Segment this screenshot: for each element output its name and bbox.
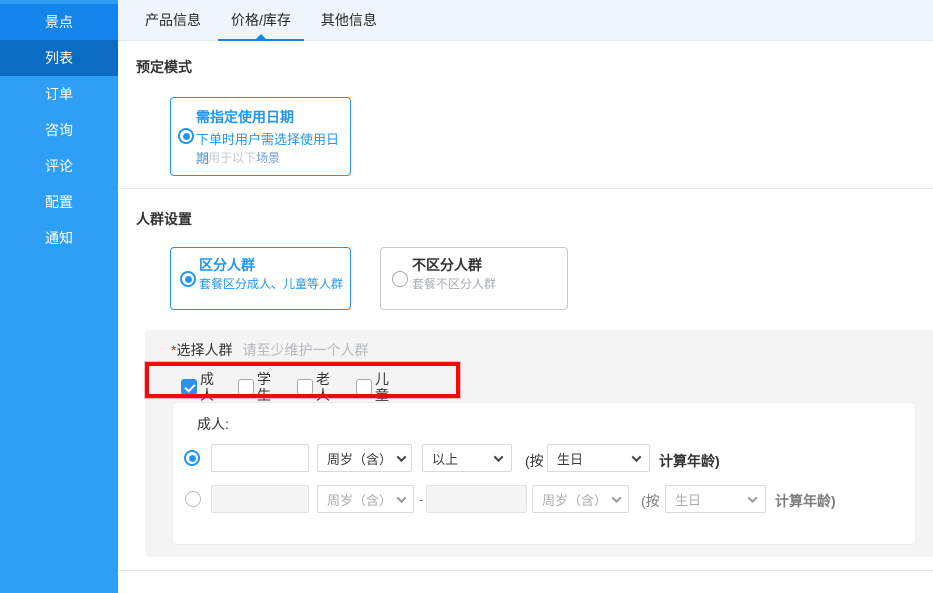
booking-date-radio[interactable]: [178, 128, 194, 144]
crowd-nosplit-card[interactable]: 不区分人群 套餐不区分人群: [380, 247, 568, 310]
chevron-down-icon: [397, 493, 407, 503]
section-divider-bottom: [118, 570, 933, 571]
age-from-input-row2[interactable]: [211, 485, 309, 513]
checkbox-elderly-label: 老人: [316, 371, 330, 403]
tab-price-stock[interactable]: 价格/库存: [216, 0, 306, 41]
tab-price-stock-label: 价格/库存: [231, 12, 291, 28]
age-basis-select-row1[interactable]: 生日: [547, 444, 650, 472]
age-unit-select-row1-value: 周岁（含）: [327, 449, 392, 468]
sidebar-item-list[interactable]: 列表: [0, 40, 118, 76]
booking-date-card-title: 需指定使用日期: [196, 107, 294, 127]
age-from-unit-select-row2-value: 周岁（含）: [327, 490, 392, 509]
age-bound-select-row1[interactable]: 以上: [422, 444, 512, 472]
checkbox-student-label: 学生: [257, 371, 271, 403]
booking-date-hint: 适用于以下场景: [196, 149, 280, 166]
tab-other-info[interactable]: 其他信息: [306, 0, 392, 41]
sidebar: 景点 列表 订单 咨询 评论 配置 通知: [0, 0, 118, 593]
chevron-down-icon: [494, 452, 504, 462]
age-input-row1[interactable]: [211, 444, 309, 472]
crowd-nosplit-subtitle: 套餐不区分人群: [412, 275, 496, 292]
sidebar-item-notice[interactable]: 通知: [0, 220, 118, 256]
row2-by-suffix: 计算年龄): [775, 491, 836, 511]
sidebar-item-scenic[interactable]: 景点: [0, 4, 118, 40]
age-unit-select-row1[interactable]: 周岁（含）: [317, 444, 412, 472]
booking-mode-heading: 预定模式: [136, 57, 192, 77]
checkbox-group-student[interactable]: 学生: [238, 371, 271, 403]
crowd-split-title: 区分人群: [199, 255, 255, 275]
select-crowd-label-row: *选择人群请至少维护一个人群: [171, 340, 368, 360]
age-to-unit-select-row2[interactable]: 周岁（含）: [532, 485, 629, 513]
select-crowd-hint: 请至少维护一个人群: [242, 342, 368, 358]
age-basis-select-row1-value: 生日: [557, 449, 583, 468]
sidebar-item-consult[interactable]: 咨询: [0, 112, 118, 148]
chevron-down-icon: [612, 493, 622, 503]
checkbox-child[interactable]: [356, 379, 372, 395]
age-rule-row2-radio[interactable]: [185, 491, 201, 507]
caret-up-icon: [256, 34, 266, 39]
section-divider-top: [118, 188, 933, 189]
tab-bar: 产品信息 价格/库存 其他信息: [118, 0, 933, 41]
age-bound-select-row1-value: 以上: [432, 449, 458, 468]
checkbox-child-label: 儿童: [375, 371, 389, 403]
sidebar-item-orders[interactable]: 订单: [0, 76, 118, 112]
app-screen: 景点 列表 订单 咨询 评论 配置 通知 产品信息 价格/库存 其他信息 预定模…: [0, 0, 933, 593]
tab-product-info[interactable]: 产品信息: [130, 0, 216, 41]
checkbox-elderly[interactable]: [297, 379, 313, 395]
chevron-down-icon: [397, 452, 407, 462]
chevron-down-icon: [748, 493, 758, 503]
range-dash: -: [419, 491, 424, 507]
sidebar-item-comment[interactable]: 评论: [0, 148, 118, 184]
select-crowd-panel: *选择人群请至少维护一个人群 成人 学生 老人 儿童: [145, 330, 933, 557]
checkbox-adult-label: 成人: [200, 371, 214, 403]
adult-age-card: 成人: 周岁（含） 以上 (按 生日 计算年龄) 周岁（含）: [172, 402, 916, 545]
crowd-split-card[interactable]: 区分人群 套餐区分成人、儿童等人群: [170, 247, 351, 310]
checkbox-group-child[interactable]: 儿童: [356, 371, 389, 403]
row2-by-prefix: (按: [641, 491, 660, 511]
age-from-unit-select-row2[interactable]: 周岁（含）: [317, 485, 414, 513]
crowd-nosplit-title: 不区分人群: [412, 255, 482, 275]
select-crowd-label: 选择人群: [176, 342, 232, 358]
age-basis-select-row2[interactable]: 生日: [665, 485, 766, 513]
row1-by-suffix: 计算年龄): [659, 451, 720, 471]
age-to-input-row2[interactable]: [426, 485, 527, 513]
row1-by-prefix: (按: [525, 451, 544, 471]
chevron-down-icon: [632, 452, 642, 462]
age-to-unit-select-row2-value: 周岁（含）: [542, 490, 607, 509]
checkbox-group-adult[interactable]: 成人: [181, 371, 214, 403]
adult-title: 成人:: [197, 414, 229, 434]
checkbox-adult[interactable]: [181, 379, 197, 395]
crowd-nosplit-radio[interactable]: [392, 271, 408, 287]
sidebar-item-config[interactable]: 配置: [0, 184, 118, 220]
booking-date-card[interactable]: 需指定使用日期 下单时用户需选择使用日期 适用于以下场景: [170, 97, 351, 176]
crowd-settings-heading: 人群设置: [136, 209, 192, 229]
age-basis-select-row2-value: 生日: [675, 490, 701, 509]
checkbox-student[interactable]: [238, 379, 254, 395]
booking-date-hint-text: 适用于以下: [196, 151, 256, 165]
checkbox-group-elderly[interactable]: 老人: [297, 371, 330, 403]
scene-link[interactable]: 场景: [256, 151, 280, 165]
age-rule-row1-radio[interactable]: [184, 450, 200, 466]
crowd-split-subtitle: 套餐区分成人、儿童等人群: [199, 275, 343, 292]
crowd-split-radio[interactable]: [180, 271, 196, 287]
